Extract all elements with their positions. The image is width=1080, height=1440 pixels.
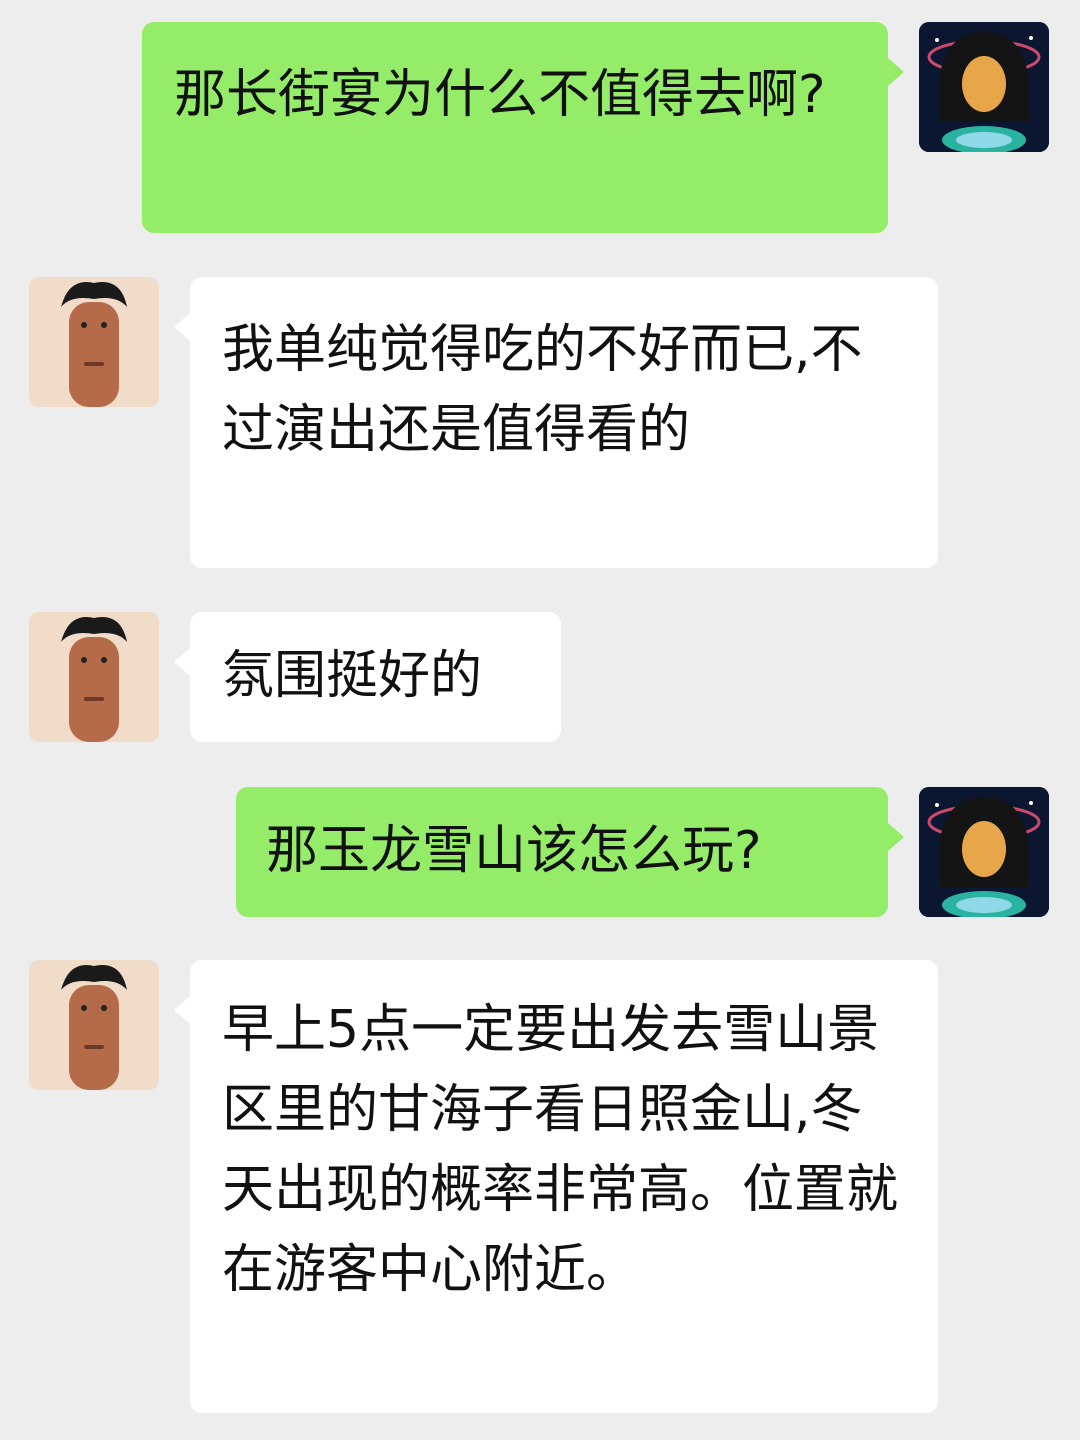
bubble-tail: [174, 313, 190, 341]
user-avatar[interactable]: [919, 22, 1049, 152]
message-bubble[interactable]: 氛围挺好的: [190, 612, 561, 742]
message-bubble[interactable]: 早上5点一定要出发去雪山景区里的甘海子看日照金山,冬天出现的概率非常高。位置就在…: [190, 960, 938, 1413]
bubble-tail: [888, 58, 904, 86]
man-long-face-avatar-icon: [29, 612, 159, 742]
girl-galaxy-avatar-icon: [919, 787, 1049, 917]
man-long-face-avatar-icon: [29, 960, 159, 1090]
bubble-tail: [174, 996, 190, 1024]
bubble-tail: [174, 648, 190, 676]
message-bubble[interactable]: 我单纯觉得吃的不好而已,不过演出还是值得看的: [190, 277, 938, 568]
bubble-tail: [888, 823, 904, 851]
girl-galaxy-avatar-icon: [919, 22, 1049, 152]
contact-avatar[interactable]: [29, 612, 159, 742]
man-long-face-avatar-icon: [29, 277, 159, 407]
user-avatar[interactable]: [919, 787, 1049, 917]
message-bubble[interactable]: 那长街宴为什么不值得去啊?: [142, 22, 888, 233]
message-bubble[interactable]: 那玉龙雪山该怎么玩?: [236, 787, 888, 917]
contact-avatar[interactable]: [29, 277, 159, 407]
contact-avatar[interactable]: [29, 960, 159, 1090]
